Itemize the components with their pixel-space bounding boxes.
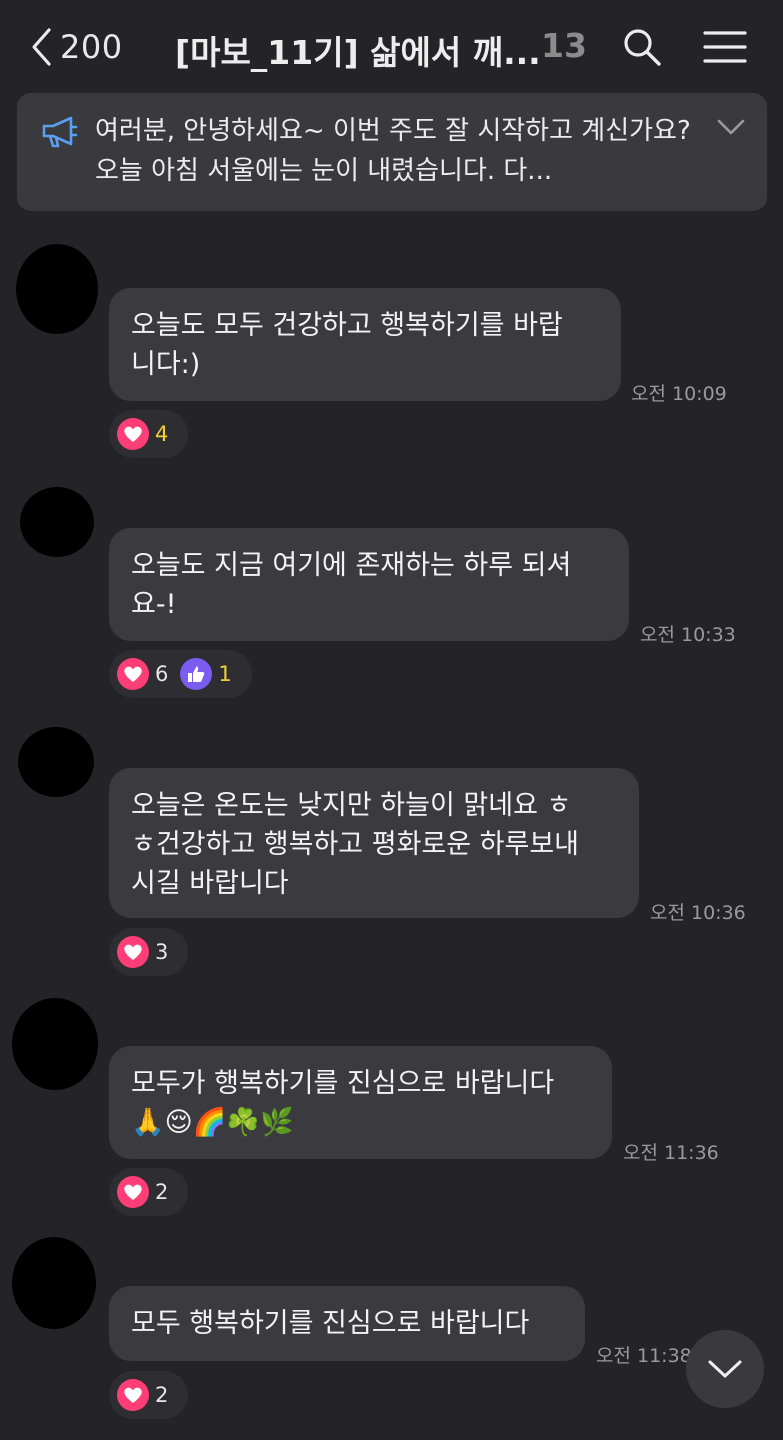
message-bubble[interactable]: 오늘은 온도는 낮지만 하늘이 맑네요 ㅎ ㅎ건강하고 행복하고 평화로운 하루… <box>109 768 639 918</box>
reaction-bar[interactable]: 6 1 <box>109 650 252 698</box>
message-text: 오늘은 온도는 낮지만 하늘이 맑네요 ㅎ ㅎ건강하고 행복하고 평화로운 하루… <box>131 790 580 899</box>
heart-icon <box>117 1176 149 1208</box>
heart-icon <box>117 936 149 968</box>
heart-icon <box>117 1379 149 1411</box>
message-text: 모두가 행복하기를 진심으로 바랍니다 🙏😌🌈☘️🌿 <box>131 1068 555 1138</box>
message-text: 오늘도 지금 여기에 존재하는 하루 되셔 요-! <box>131 550 572 620</box>
chevron-down-icon <box>708 1360 742 1378</box>
reaction-bar[interactable]: 2 <box>109 1371 189 1419</box>
hamburger-menu-icon <box>703 31 747 63</box>
menu-button[interactable] <box>703 30 747 64</box>
message-time: 오전 11:36 <box>623 1142 719 1164</box>
reaction-bar[interactable]: 2 <box>109 1168 189 1216</box>
avatar[interactable] <box>12 998 98 1090</box>
reaction-count: 6 <box>155 662 169 686</box>
search-button[interactable] <box>622 27 662 67</box>
avatar[interactable] <box>18 727 94 797</box>
reaction-count: 2 <box>155 1180 169 1204</box>
message-time: 오전 10:36 <box>650 902 746 924</box>
room-title[interactable]: [마보_11기] 삶에서 깨... <box>175 26 541 74</box>
avatar[interactable] <box>16 244 98 334</box>
thumbs-up-icon <box>180 658 213 690</box>
search-icon <box>624 29 661 66</box>
scroll-to-bottom-button[interactable] <box>686 1330 764 1408</box>
message-bubble[interactable]: 오늘도 모두 건강하고 행복하기를 바랍 니다:) <box>109 288 621 401</box>
reaction-count: 2 <box>155 1383 169 1407</box>
heart-icon <box>117 418 149 450</box>
message-bubble[interactable]: 오늘도 지금 여기에 존재하는 하루 되셔 요-! <box>109 528 629 641</box>
message-time: 오전 10:09 <box>631 383 727 405</box>
message-time: 오전 11:38 <box>596 1345 692 1367</box>
reaction-count: 4 <box>155 422 169 446</box>
message-bubble[interactable]: 모두가 행복하기를 진심으로 바랍니다 🙏😌🌈☘️🌿 <box>109 1046 612 1159</box>
reaction-bar[interactable]: 4 <box>109 410 189 458</box>
back-chevron-icon <box>32 28 51 66</box>
message-time: 오전 10:33 <box>640 624 736 646</box>
message-text: 모두 행복하기를 진심으로 바랍니다 <box>131 1308 530 1339</box>
chat-header: 200 [마보_11기] 삶에서 깨... 13 <box>0 0 783 92</box>
reaction-count: 1 <box>218 662 232 686</box>
member-count: 13 <box>541 26 587 65</box>
reaction-count: 3 <box>155 940 169 964</box>
avatar[interactable] <box>12 1237 96 1329</box>
back-button[interactable]: 200 <box>30 22 123 72</box>
unread-count: 200 <box>60 28 123 66</box>
message-text: 오늘도 모두 건강하고 행복하기를 바랍 니다:) <box>131 310 563 380</box>
reaction-bar[interactable]: 3 <box>109 928 189 976</box>
notice-text: 여러분, 안녕하세요~ 이번 주도 잘 시작하고 계신가요? 오늘 아침 서울에… <box>95 116 691 186</box>
notice-banner[interactable]: 여러분, 안녕하세요~ 이번 주도 잘 시작하고 계신가요? 오늘 아침 서울에… <box>17 93 767 211</box>
message-bubble[interactable]: 모두 행복하기를 진심으로 바랍니다 <box>109 1286 585 1361</box>
heart-icon <box>117 658 149 690</box>
avatar[interactable] <box>20 487 94 557</box>
megaphone-icon <box>42 116 78 148</box>
chevron-down-icon[interactable] <box>717 119 745 135</box>
